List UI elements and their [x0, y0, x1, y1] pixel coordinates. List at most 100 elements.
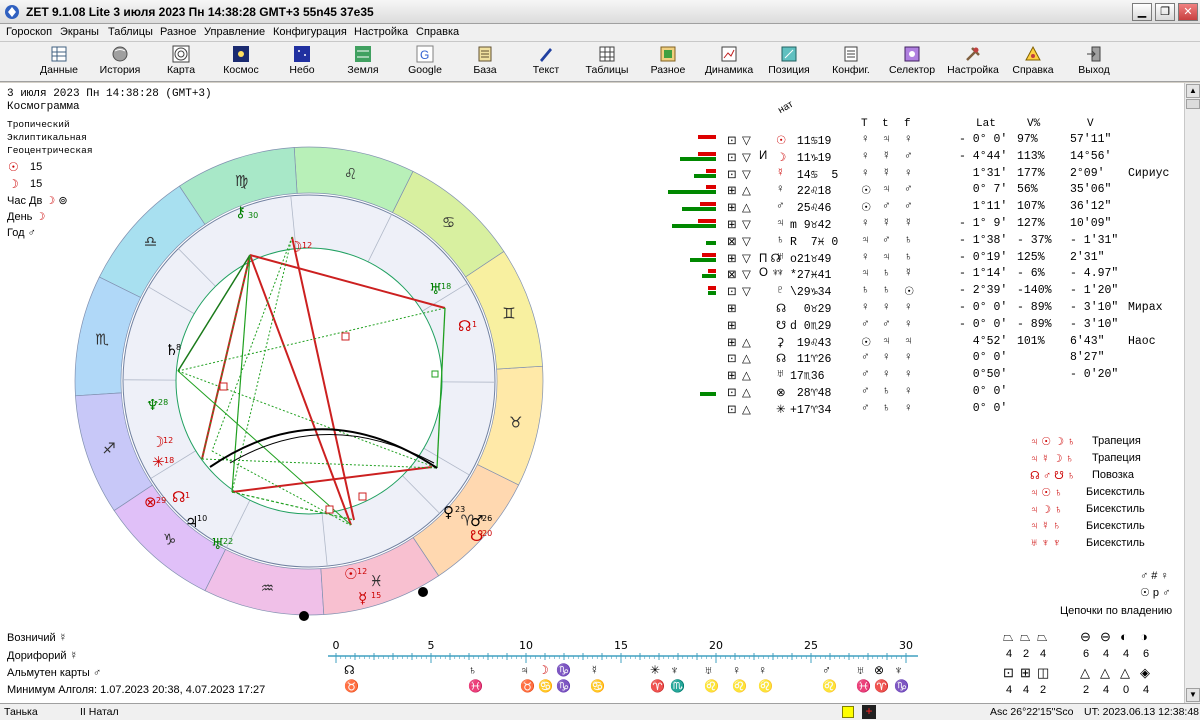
planet-position: 0♉29: [790, 303, 832, 316]
tool-earth[interactable]: Земля: [342, 44, 384, 80]
close-button[interactable]: ✕: [1178, 3, 1198, 21]
tool-tables[interactable]: Таблицы: [584, 44, 630, 80]
maximize-button[interactable]: ❐: [1155, 3, 1175, 21]
ruler-f: ♀: [904, 401, 913, 414]
minimize-button[interactable]: ▁: [1132, 3, 1152, 21]
tool-settings[interactable]: Настройка: [944, 44, 1002, 80]
star-glyph[interactable]: ✳: [152, 453, 165, 471]
menu-misc[interactable]: Разное: [160, 26, 196, 38]
mercury-glyph[interactable]: ☿: [358, 589, 367, 607]
configuration-row[interactable]: ♅ ♆ ♆ Бисекстиль: [1030, 537, 1180, 552]
tool-sky[interactable]: Небо: [284, 44, 320, 80]
tool-google[interactable]: G Google: [404, 44, 446, 80]
scroll-up-button[interactable]: ▲: [1186, 84, 1200, 98]
table-row[interactable]: ⊠ ▽ О ♆ ♆ *27♓41 ♃ ♄ ☿ - 1°14' - 6% - 4.97": [672, 266, 1152, 282]
config-icon: [844, 46, 858, 62]
table-row[interactable]: ⊞ △ ♂ 25♌46 ☉ ♂ ♂ 1°11' 107% 36'12": [672, 199, 1152, 215]
tool-help[interactable]: Справка: [1010, 44, 1056, 80]
table-row[interactable]: ⊞ ☊ 0♉29 ♀ ♀ ♀ - 0° 0' - 89% - 3'10" Мирах: [672, 300, 1163, 316]
planet-position: o21♉49: [790, 252, 832, 266]
node-glyph[interactable]: ☊: [458, 317, 471, 335]
ruler-t: ♄: [882, 401, 891, 414]
moon-glyph[interactable]: ☽: [289, 238, 302, 256]
neptune-degree: 28: [158, 398, 168, 407]
menu-settings[interactable]: Настройка: [354, 26, 408, 38]
chiron-glyph[interactable]: ⚷: [235, 203, 246, 221]
yellow-indicator[interactable]: [842, 706, 854, 718]
tool-config[interactable]: Конфиг.: [828, 44, 874, 80]
tool-label: Данные: [40, 64, 78, 76]
chain-num: 2: [1023, 648, 1030, 660]
table-row[interactable]: ⊡ ▽ ☿ 14♋ 5 ♀ ☿ ♀ 1°31' 177% 2°09' Сириус: [672, 166, 1169, 182]
planet-position: R 7♓ 0: [790, 235, 839, 249]
tool-database[interactable]: База: [468, 44, 502, 80]
table-row[interactable]: ⊡ △ ☊ 11♈26 ♂ ♀ ♀ 0° 0' 8'27": [672, 350, 1152, 366]
dynamics-icon: [721, 46, 737, 62]
natal-wheel[interactable]: ♈♉♊♋♌♍♎♏♐♑♒ ♓ ☽ 12⚷ 30♅18☊ 1♄8♆28☽12✳ 18…: [72, 131, 560, 631]
configuration-row[interactable]: ♃ ☉ ♄ Бисекстиль: [1030, 486, 1180, 501]
tool-history[interactable]: История: [96, 44, 144, 80]
configuration-row[interactable]: ♃ ☉ ☽ ♄ Трапеция: [1030, 435, 1180, 450]
exit-icon: [1087, 46, 1101, 62]
tool-misc[interactable]: Разное: [648, 44, 688, 80]
vertical-scrollbar[interactable]: ▲ ▼: [1184, 83, 1200, 703]
node2-glyph[interactable]: ☊: [172, 488, 185, 506]
menu-config[interactable]: Конфигурация: [273, 26, 347, 38]
configurations-list: ♃ ☉ ☽ ♄ Трапеция ♃ ☿ ☽ ♄ Трапеция ☊ ♂ ☋ ♄ Пов…: [1030, 435, 1180, 555]
configuration-row[interactable]: ♃ ☽ ♄ Бисекстиль: [1030, 503, 1180, 518]
menu-screens[interactable]: Экраны: [60, 26, 99, 38]
table-row[interactable]: ⊞ ☋ d 0♏29 ♂ ♂ ♀ - 0° 0' - 89% - 3'10": [672, 317, 1152, 333]
scroll-down-button[interactable]: ▼: [1186, 688, 1200, 702]
tool-position[interactable]: Позиция: [766, 44, 812, 80]
doriforiy-label: Дорифорий: [7, 650, 67, 662]
planet-position: d 0♏29: [790, 319, 832, 333]
table-row[interactable]: ⊡ ▽ ☉ 11♋19 ♀ ♃ ♀ - 0° 0' 97% 57'11": [672, 132, 1152, 148]
table-row[interactable]: ⊠ ▽ ♄ R 7♓ 0 ♃ ♂ ♄ - 1°38' - 37% - 1'31": [672, 233, 1152, 249]
planet-position: +17♈34: [790, 403, 832, 417]
tool-dynamics[interactable]: Динамика: [702, 44, 756, 80]
tool-exit[interactable]: Выход: [1072, 44, 1116, 80]
table-row[interactable]: ⊡ ▽ ♇ \29♑34 ♄ ♄ ☉ - 2°39' -140% - 1'20": [672, 283, 1152, 299]
table-row[interactable]: ⊡ ▽ И ☽ 11♑19 ♀ ☿ ♂ - 4°44' 113% 14°56': [672, 149, 1152, 165]
planet-glyph: ♃: [776, 217, 785, 229]
fortune-glyph[interactable]: ⊗: [144, 493, 157, 511]
ruler-T: ♂: [861, 368, 870, 381]
configuration-row[interactable]: ☊ ♂ ☋ ♄ Повозка: [1030, 469, 1180, 484]
table-row[interactable]: ⊞ △ ♀ 22♌18 ☉ ♃ ♂ 0° 7' 56% 35'06": [668, 182, 1152, 198]
configuration-name: Бисекстиль: [1086, 503, 1145, 515]
table-row[interactable]: ⊞ ▽ ♃ m 9♉42 ♀ ☿ ☿ - 1° 9' 127% 10'09": [672, 216, 1152, 232]
nat-header: нат: [776, 98, 796, 117]
tool-map[interactable]: Карта: [160, 44, 202, 80]
table-row[interactable]: ⊡ △ ✳ +17♈34 ♂ ♄ ♀ 0° 0': [672, 401, 1152, 417]
venus-glyph[interactable]: ♀: [443, 503, 454, 521]
tool-text[interactable]: Текст: [528, 44, 564, 80]
latitude: 0° 0': [959, 401, 1008, 415]
sun-glyph[interactable]: ☉: [344, 565, 357, 583]
chain-shape-icon: ⊞: [1020, 665, 1031, 680]
table-row[interactable]: ⊞ △ ⚳ 19♌43 ☉ ♃ ♃ 4°52' 101% 6'43" Наос: [672, 334, 1156, 350]
configuration-row[interactable]: ♃ ☿ ♄ Бисекстиль: [1030, 520, 1180, 535]
scroll-thumb[interactable]: [1186, 99, 1200, 109]
configuration-row[interactable]: ♃ ☿ ☽ ♄ Трапеция: [1030, 452, 1180, 467]
ruler-t: ♃: [882, 133, 891, 145]
status-asc: Asc 26°22'15"Sco: [990, 706, 1074, 718]
ruler-f: ♄: [904, 250, 913, 263]
ruler-T: ♀: [861, 133, 870, 145]
table-row[interactable]: ⊞ ▽ П ☊ ♅ o21♉49 ♀ ♃ ♄ - 0°19' 125% 2'31": [672, 250, 1152, 266]
menu-horoscope[interactable]: Гороскоп: [6, 26, 52, 38]
tool-cosmos[interactable]: Космос: [218, 44, 264, 80]
red-strength-bar: [700, 202, 716, 207]
menu-control[interactable]: Управление: [204, 26, 265, 38]
ruler-f: ♃: [904, 334, 913, 347]
tool-data[interactable]: Данные: [38, 44, 80, 80]
menu-tables[interactable]: Таблицы: [108, 26, 153, 38]
red-plus-indicator[interactable]: +: [862, 705, 876, 719]
chain-shape-icon: ◐: [1120, 629, 1128, 644]
triangle-icon: ▽: [742, 151, 751, 164]
tool-selector[interactable]: Селектор: [888, 44, 936, 80]
menu-help[interactable]: Справка: [416, 26, 459, 38]
ruler-glyph: ♈: [874, 679, 889, 693]
table-row[interactable]: ⊡ △ ⊗ 28♈48 ♂ ♄ ♀ 0° 0': [672, 384, 1152, 400]
ruler-t: ♄: [882, 284, 891, 297]
table-row[interactable]: ⊞ △ ♅ 17♏36 ♂ ♀ ♀ 0°50' - 0'20": [672, 367, 1152, 383]
